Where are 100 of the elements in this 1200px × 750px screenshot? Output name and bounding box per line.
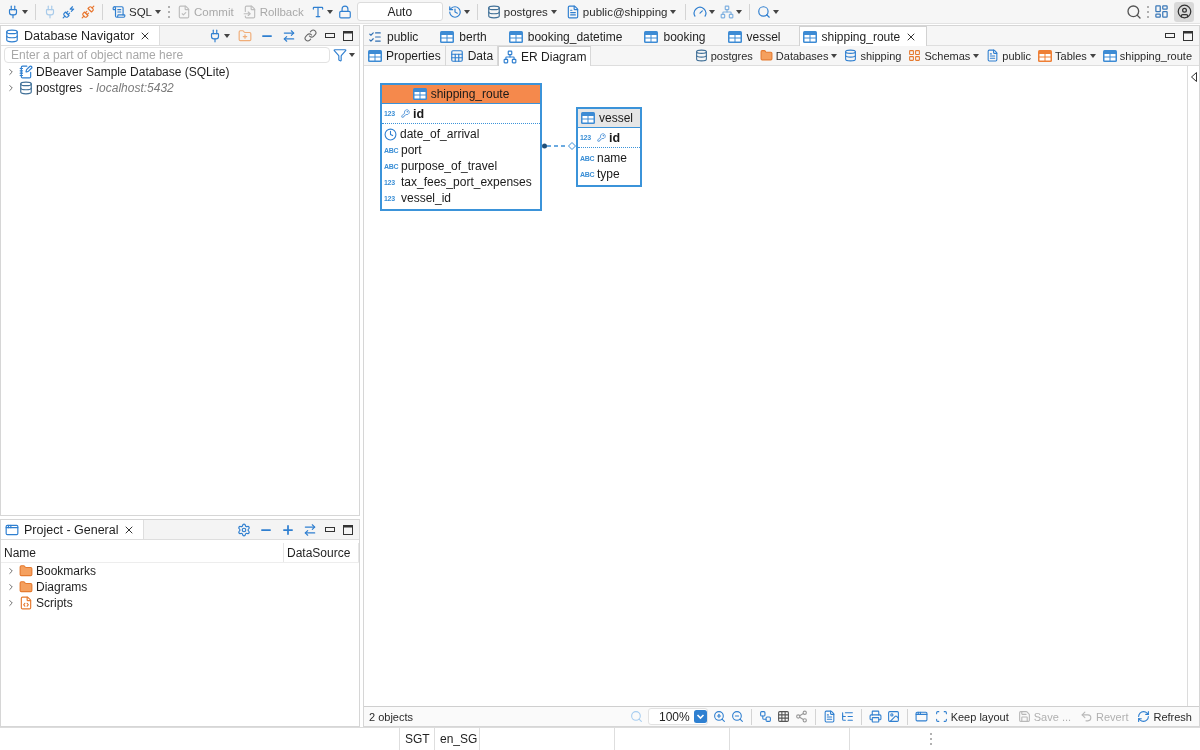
table-icon — [581, 112, 595, 124]
tree-item-label[interactable]: Scripts — [36, 596, 73, 610]
tree-item-label[interactable]: DBeaver Sample Database (SQLite) — [36, 65, 230, 79]
printer-icon[interactable] — [868, 710, 882, 723]
breadcrumb[interactable]: Schemas — [908, 49, 980, 62]
maximize-icon[interactable] — [343, 30, 353, 41]
nodes-icon[interactable] — [794, 710, 808, 723]
entity-title: shipping_route — [430, 87, 510, 101]
caret-icon[interactable] — [224, 33, 230, 38]
table-icon — [802, 30, 817, 43]
save-icon — [1017, 710, 1031, 723]
plug-zap-icon[interactable] — [62, 4, 76, 19]
grid-icon[interactable] — [776, 710, 790, 723]
caret-icon[interactable] — [349, 53, 355, 57]
zoom-in-icon[interactable] — [712, 710, 726, 723]
maximize-icon[interactable] — [343, 524, 353, 535]
tree-item-label[interactable]: Diagrams — [36, 580, 88, 594]
schema-selector[interactable]: public@shipping — [563, 1, 679, 22]
link-icon[interactable] — [304, 29, 317, 42]
plug-icon[interactable] — [208, 28, 222, 43]
caret-icon[interactable] — [463, 9, 470, 14]
window-icon[interactable] — [914, 710, 928, 723]
maximize-icon[interactable] — [1183, 30, 1193, 41]
editor-tab[interactable]: berth — [436, 26, 497, 46]
connection-selector[interactable]: postgres — [484, 1, 559, 22]
table-icon — [1038, 49, 1053, 62]
arrows-icon[interactable] — [282, 28, 296, 43]
unplug-icon[interactable] — [81, 4, 95, 19]
folder-icon — [759, 49, 773, 62]
editor-tab[interactable]: booking_datetime — [504, 26, 633, 46]
editor-tab[interactable]: booking — [640, 26, 716, 46]
editor-tab[interactable]: vessel — [723, 26, 791, 46]
caret-icon — [670, 9, 677, 14]
column-name: vessel_id — [401, 191, 452, 205]
breadcrumb[interactable]: Tables — [1038, 49, 1096, 62]
arrows-icon[interactable] — [303, 522, 317, 537]
gear-icon[interactable] — [237, 522, 251, 537]
search-icon[interactable] — [1126, 3, 1142, 20]
chevron-right-icon[interactable] — [6, 83, 16, 93]
filter-field[interactable]: Enter a part of object name here — [4, 47, 330, 63]
chevron-right-icon[interactable] — [6, 566, 16, 576]
editor-tab[interactable]: public — [364, 26, 429, 46]
panel-tab[interactable]: Project - General — [1, 520, 145, 539]
tree-item-label[interactable]: Bookmarks — [36, 564, 97, 578]
entity-title: vessel — [599, 111, 633, 125]
minimize-icon[interactable] — [325, 527, 335, 532]
caret-icon[interactable] — [736, 9, 743, 14]
action-button[interactable]: Refresh — [1135, 710, 1194, 723]
minimize-icon[interactable] — [325, 33, 335, 38]
breadcrumb[interactable]: shipping — [844, 49, 902, 62]
chevron-right-icon[interactable] — [6, 582, 16, 592]
left-triangle-icon[interactable] — [1190, 72, 1197, 82]
letter-t-icon[interactable] — [310, 4, 325, 19]
column-header[interactable]: Name — [1, 543, 284, 562]
zoom-out-icon[interactable] — [730, 710, 744, 723]
caret-icon[interactable] — [22, 9, 28, 14]
zoom-combo[interactable]: 100% — [647, 708, 708, 725]
breadcrumb[interactable]: postgres — [694, 49, 753, 62]
caret-icon[interactable] — [773, 9, 780, 14]
list-check-icon — [368, 29, 382, 44]
entity-header[interactable]: shipping_route — [382, 85, 540, 104]
breadcrumb[interactable]: Databases — [759, 49, 838, 62]
editor-tab[interactable]: shipping_route — [798, 26, 928, 46]
table-icon — [1102, 49, 1117, 62]
minimize-icon[interactable] — [1165, 33, 1175, 38]
image-icon[interactable] — [886, 710, 900, 723]
column-name: date_of_arrival — [400, 127, 480, 141]
caret-icon[interactable] — [326, 9, 333, 14]
grid-icon — [908, 49, 922, 62]
column-header[interactable]: DataSource — [284, 543, 359, 562]
breadcrumb[interactable]: shipping_route — [1102, 49, 1192, 62]
breadcrumb[interactable]: public — [986, 49, 1032, 62]
entity-header[interactable]: vessel — [578, 109, 640, 128]
plus-icon[interactable] — [281, 522, 295, 537]
chevron-right-icon[interactable] — [6, 67, 16, 77]
gauge-icon[interactable] — [693, 4, 708, 19]
document-icon[interactable] — [822, 710, 836, 723]
view-tab[interactable]: ER Diagram — [498, 46, 592, 66]
sql-button[interactable]: SQL — [110, 1, 163, 22]
transaction-mode-button[interactable]: Auto — [356, 2, 443, 21]
tree-item-label[interactable]: postgres — [36, 81, 83, 95]
filter-icon[interactable] — [333, 48, 347, 62]
action-button[interactable]: Keep layout — [932, 710, 1011, 723]
dropdown-icon[interactable] — [693, 710, 707, 723]
layout-icon[interactable] — [1154, 4, 1169, 19]
scroll-icon — [112, 4, 126, 19]
plug-icon[interactable] — [6, 4, 20, 19]
list-tree-icon[interactable] — [840, 710, 854, 723]
panel-tab[interactable]: Database Navigator — [1, 26, 161, 45]
lock-icon[interactable] — [337, 4, 352, 19]
caret-icon[interactable] — [709, 9, 716, 14]
chevron-right-icon[interactable] — [6, 598, 16, 608]
history-icon[interactable] — [447, 4, 462, 19]
column-name: id — [609, 130, 621, 145]
table-icon — [508, 30, 523, 43]
database-icon — [694, 49, 708, 62]
connection-detail: - localhost:5432 — [89, 81, 174, 95]
table-icon — [644, 30, 659, 43]
workflow-icon[interactable] — [758, 710, 772, 723]
relationship-connector[interactable] — [542, 141, 576, 151]
